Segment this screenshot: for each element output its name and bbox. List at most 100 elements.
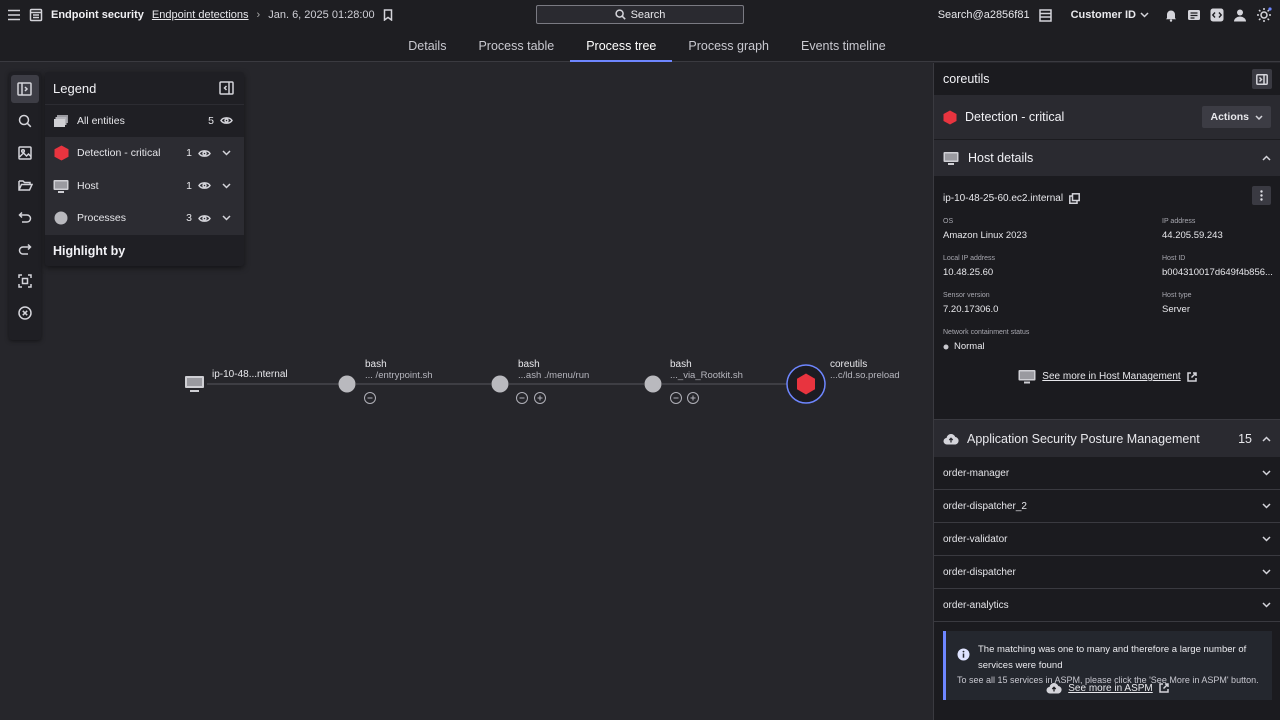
service-name: order-analytics xyxy=(943,599,1009,611)
field-value: 44.205.59.243 xyxy=(1162,230,1223,241)
expand-plus-icon[interactable] xyxy=(534,392,546,404)
host-icon xyxy=(53,178,69,194)
redo-button[interactable] xyxy=(11,235,39,263)
field-value: Server xyxy=(1162,304,1190,315)
open-folder-button[interactable] xyxy=(11,171,39,199)
eye-icon[interactable] xyxy=(198,214,212,223)
legend-label: All entities xyxy=(77,114,125,127)
node-name: bash xyxy=(670,359,692,370)
eye-icon[interactable] xyxy=(198,181,212,190)
tab-process-table[interactable]: Process table xyxy=(462,30,570,62)
legend-row-host[interactable]: Host 1 xyxy=(45,169,244,202)
folder-icon xyxy=(17,179,33,192)
chevron-down-icon[interactable] xyxy=(222,183,234,189)
service-row[interactable]: order-dispatcher_2 xyxy=(934,490,1280,523)
field-key: Sensor version xyxy=(943,292,990,299)
fit-to-screen-button[interactable] xyxy=(11,267,39,295)
aspm-count: 15 xyxy=(1238,431,1252,446)
news-icon[interactable] xyxy=(1187,8,1201,22)
customer-id-dropdown[interactable]: Customer ID xyxy=(1071,9,1149,21)
toggle-legend-button[interactable] xyxy=(11,75,39,103)
chevron-down-icon xyxy=(1262,536,1271,542)
chevron-down-icon[interactable] xyxy=(222,215,234,221)
collapse-minus-icon[interactable] xyxy=(670,392,682,404)
host-more-button[interactable] xyxy=(1252,186,1271,205)
detection-node-coreutils[interactable] xyxy=(786,364,826,404)
breadcrumb-link[interactable]: Endpoint detections xyxy=(152,9,249,21)
eye-icon[interactable] xyxy=(220,116,234,125)
status-dot-icon xyxy=(943,344,949,350)
field-key: Local IP address xyxy=(943,255,996,262)
table-icon[interactable] xyxy=(1038,8,1052,22)
undo-button[interactable] xyxy=(11,203,39,231)
eye-icon[interactable] xyxy=(198,149,212,158)
aspm-header[interactable]: Application Security Posture Management … xyxy=(934,419,1280,457)
field-host-type: Host type Server xyxy=(1162,292,1272,315)
user-profile-icon[interactable] xyxy=(1233,8,1247,22)
collapse-panel-button[interactable] xyxy=(1252,69,1272,89)
host-node[interactable] xyxy=(185,376,204,392)
user-label[interactable]: Search@a2856f81 xyxy=(938,9,1030,21)
legend-count: 1 xyxy=(186,179,192,192)
code-icon[interactable] xyxy=(1210,8,1224,22)
chevron-down-icon[interactable] xyxy=(222,150,234,156)
breadcrumb-separator-icon: › xyxy=(256,9,261,21)
service-row[interactable]: order-validator xyxy=(934,523,1280,556)
collapse-minus-icon[interactable] xyxy=(364,392,376,404)
chevron-down-icon xyxy=(1140,12,1149,18)
tab-process-tree[interactable]: Process tree xyxy=(570,30,673,62)
clear-button[interactable] xyxy=(11,299,39,327)
service-name: order-dispatcher xyxy=(943,566,1016,578)
bookmark-icon[interactable] xyxy=(383,9,393,21)
undo-icon xyxy=(18,211,32,224)
field-key: Host ID xyxy=(1162,255,1186,262)
host-label-text: ip-10-48...nternal xyxy=(212,369,288,380)
search-graph-button[interactable] xyxy=(11,107,39,135)
aspm-title: Application Security Posture Management xyxy=(967,431,1200,446)
collapse-legend-icon[interactable] xyxy=(219,81,235,95)
process-circle-icon xyxy=(53,210,69,226)
legend-row-processes[interactable]: Processes 3 xyxy=(45,201,244,234)
info-message: The matching was one to many and therefo… xyxy=(978,644,1247,671)
see-more-host-management-link[interactable]: See more in Host Management xyxy=(934,369,1280,384)
service-name: order-manager xyxy=(943,467,1010,479)
copy-icon[interactable] xyxy=(1069,193,1081,204)
actions-button[interactable]: Actions xyxy=(1202,106,1271,128)
legend-row-all-entities[interactable]: All entities 5 xyxy=(45,104,244,137)
host-details-header[interactable]: Host details xyxy=(934,140,1280,176)
menu-icon[interactable] xyxy=(7,9,21,21)
field-value: b004310017d649f4b856... xyxy=(1162,267,1273,278)
expand-plus-icon[interactable] xyxy=(687,392,699,404)
legend-label: Detection - critical xyxy=(77,147,161,160)
process-node-bash-2[interactable] xyxy=(491,375,509,393)
see-more-aspm-link[interactable]: See more in ASPM xyxy=(934,682,1280,694)
image-icon xyxy=(18,146,32,160)
critical-hexagon-icon xyxy=(943,110,957,125)
service-row[interactable]: order-manager xyxy=(934,457,1280,490)
node-subtitle: ..._via_Rootkit.sh xyxy=(670,370,743,381)
redo-icon xyxy=(18,243,32,256)
field-sensor-version: Sensor version 7.20.17306.0 xyxy=(943,292,1143,315)
screenshot-button[interactable] xyxy=(11,139,39,167)
bell-icon[interactable] xyxy=(1164,8,1178,22)
field-network-containment: Network containment status Normal xyxy=(943,329,1193,352)
field-key: OS xyxy=(943,218,954,225)
tab-details[interactable]: Details xyxy=(392,30,462,62)
collapse-minus-icon[interactable] xyxy=(516,392,528,404)
fit-screen-icon xyxy=(18,274,32,288)
service-row[interactable]: order-analytics xyxy=(934,589,1280,622)
top-bar: Endpoint security Endpoint detections › … xyxy=(0,0,1280,30)
service-row[interactable]: order-dispatcher xyxy=(934,556,1280,589)
global-search-button[interactable]: Search xyxy=(536,5,744,24)
panel-open-icon xyxy=(17,82,33,96)
field-key: Host type xyxy=(1162,292,1192,299)
legend-row-detection-critical[interactable]: Detection - critical 1 xyxy=(45,136,244,169)
process-node-bash-3[interactable] xyxy=(644,375,662,393)
tab-process-graph[interactable]: Process graph xyxy=(672,30,785,62)
search-icon xyxy=(614,9,626,20)
process-node-bash-1[interactable] xyxy=(338,375,356,393)
highlight-by-heading: Highlight by xyxy=(45,234,244,267)
tab-events-timeline[interactable]: Events timeline xyxy=(785,30,902,62)
entities-icon xyxy=(53,113,69,129)
theme-toggle-icon[interactable] xyxy=(1256,7,1272,23)
